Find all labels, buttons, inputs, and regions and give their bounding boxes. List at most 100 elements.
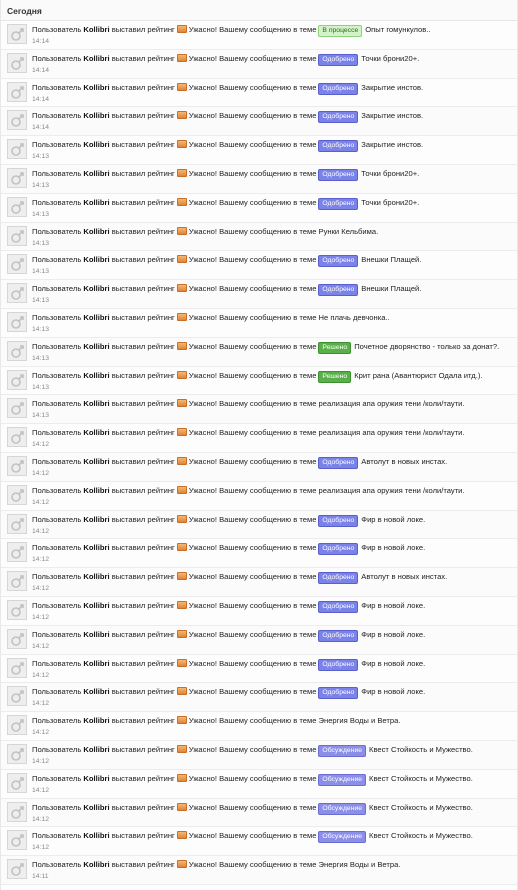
thread-title-link[interactable]: Не плачь девчонка.. bbox=[319, 313, 390, 322]
username-link[interactable]: Kollibri bbox=[83, 774, 109, 783]
thread-title-link[interactable]: Точки брони20+. bbox=[361, 54, 419, 63]
alert-message: Ужасно! Вашему сообщению в теме bbox=[188, 687, 317, 697]
username-link[interactable]: Kollibri bbox=[83, 54, 109, 63]
username-link[interactable]: Kollibri bbox=[83, 543, 109, 552]
thread-title-link[interactable]: Почетное дворянство - только за донат?. bbox=[354, 342, 499, 351]
username-link[interactable]: Kollibri bbox=[83, 515, 109, 524]
avatar[interactable] bbox=[7, 225, 27, 246]
thread-title-link[interactable]: Внешки Плащей. bbox=[361, 284, 421, 293]
thread-title-link[interactable]: Квест Стойкость и Мужество. bbox=[369, 774, 473, 783]
username-link[interactable]: Kollibri bbox=[83, 111, 109, 120]
avatar[interactable] bbox=[7, 398, 27, 419]
username-link[interactable]: Kollibri bbox=[83, 399, 109, 408]
avatar[interactable] bbox=[7, 686, 27, 707]
thread-title-link[interactable]: реализация апа оружия тени /коли/таути. bbox=[319, 428, 465, 437]
thread-title-link[interactable]: Фир в новой локе. bbox=[361, 601, 425, 610]
username-link[interactable]: Kollibri bbox=[83, 457, 109, 466]
list-item: Пользователь Kollibri выставил рейтинг Уж… bbox=[1, 395, 517, 425]
avatar[interactable] bbox=[7, 427, 27, 448]
username-link[interactable]: Kollibri bbox=[83, 803, 109, 812]
avatar[interactable] bbox=[7, 830, 27, 851]
thread-title-link[interactable]: Точки брони20+. bbox=[361, 169, 419, 178]
username-link[interactable]: Kollibri bbox=[83, 83, 109, 92]
thread-title-link[interactable]: Закрытие инстов. bbox=[361, 111, 423, 120]
username-link[interactable]: Kollibri bbox=[83, 227, 109, 236]
avatar[interactable] bbox=[7, 340, 27, 361]
avatar[interactable] bbox=[7, 167, 27, 188]
username-link[interactable]: Kollibri bbox=[83, 25, 109, 34]
avatar[interactable] bbox=[7, 657, 27, 678]
thread-title-link[interactable]: Квест Стойкость и Мужество. bbox=[369, 745, 473, 754]
rating-icon bbox=[176, 456, 187, 465]
username-link[interactable]: Kollibri bbox=[83, 572, 109, 581]
thread-title-link[interactable]: реализация апа оружия тени /коли/таути. bbox=[319, 486, 465, 495]
username-link[interactable]: Kollibri bbox=[83, 630, 109, 639]
alert-action: выставил рейтинг bbox=[111, 543, 175, 553]
thread-title-link[interactable]: Крит рана (Авантюрист Одала итд.). bbox=[354, 371, 482, 380]
thread-title-link[interactable]: Автолут в новых инстах. bbox=[361, 457, 447, 466]
avatar[interactable] bbox=[7, 283, 27, 304]
avatar[interactable] bbox=[7, 455, 27, 476]
username-link[interactable]: Kollibri bbox=[83, 745, 109, 754]
thread-title-link[interactable]: Автолут в новых инстах. bbox=[361, 572, 447, 581]
username-link[interactable]: Kollibri bbox=[83, 371, 109, 380]
thread-title-link[interactable]: Закрытие инстов. bbox=[361, 140, 423, 149]
thread-title-link[interactable]: реализация апа оружия тени /коли/таути. bbox=[319, 399, 465, 408]
alert-prefix: Пользователь bbox=[32, 428, 82, 438]
avatar[interactable] bbox=[7, 542, 27, 563]
username-link[interactable]: Kollibri bbox=[83, 342, 109, 351]
avatar[interactable] bbox=[7, 628, 27, 649]
username-link[interactable]: Kollibri bbox=[83, 313, 109, 322]
username-link[interactable]: Kollibri bbox=[83, 687, 109, 696]
username-link[interactable]: Kollibri bbox=[83, 255, 109, 264]
alert-prefix: Пользователь bbox=[32, 802, 82, 812]
avatar[interactable] bbox=[7, 196, 27, 217]
avatar[interactable] bbox=[7, 110, 27, 131]
thread-title-link[interactable]: Квест Стойкость и Мужество. bbox=[369, 803, 473, 812]
thread-title-link[interactable]: Энергия Воды и Ветра. bbox=[319, 860, 401, 869]
username-link[interactable]: Kollibri bbox=[83, 140, 109, 149]
male-avatar-icon bbox=[8, 773, 26, 792]
avatar[interactable] bbox=[7, 24, 27, 44]
alert-message: Ужасно! Вашему сообщению в теме bbox=[188, 168, 317, 178]
avatar[interactable] bbox=[7, 52, 27, 73]
avatar[interactable] bbox=[7, 311, 27, 332]
thread-title-link[interactable]: Фир в новой локе. bbox=[361, 515, 425, 524]
rating-icon bbox=[176, 284, 187, 293]
avatar[interactable] bbox=[7, 772, 27, 793]
username-link[interactable]: Kollibri bbox=[83, 716, 109, 725]
thread-title-link[interactable]: Квест Стойкость и Мужество. bbox=[369, 831, 473, 840]
thread-title-link[interactable]: Рунки Кельбима. bbox=[319, 227, 379, 236]
avatar[interactable] bbox=[7, 743, 27, 764]
avatar[interactable] bbox=[7, 801, 27, 822]
username-link[interactable]: Kollibri bbox=[83, 169, 109, 178]
username-link[interactable]: Kollibri bbox=[83, 428, 109, 437]
thread-title-link[interactable]: Фир в новой локе. bbox=[361, 659, 425, 668]
avatar[interactable] bbox=[7, 715, 27, 736]
list-item: Пользователь Kollibri выставил рейтинг Уж… bbox=[1, 366, 517, 396]
username-link[interactable]: Kollibri bbox=[83, 860, 109, 869]
username-link[interactable]: Kollibri bbox=[83, 659, 109, 668]
username-link[interactable]: Kollibri bbox=[83, 486, 109, 495]
thread-title-link[interactable]: Фир в новой локе. bbox=[361, 630, 425, 639]
username-link[interactable]: Kollibri bbox=[83, 831, 109, 840]
thread-title-link[interactable]: Внешки Плащей. bbox=[361, 255, 421, 264]
username-link[interactable]: Kollibri bbox=[83, 284, 109, 293]
avatar[interactable] bbox=[7, 571, 27, 592]
avatar[interactable] bbox=[7, 369, 27, 390]
username-link[interactable]: Kollibri bbox=[83, 601, 109, 610]
avatar[interactable] bbox=[7, 859, 27, 880]
avatar[interactable] bbox=[7, 254, 27, 275]
avatar[interactable] bbox=[7, 81, 27, 102]
thread-title-link[interactable]: Опыт гомункулов.. bbox=[365, 25, 430, 34]
thread-title-link[interactable]: Фир в новой локе. bbox=[361, 543, 425, 552]
avatar[interactable] bbox=[7, 513, 27, 534]
avatar[interactable] bbox=[7, 484, 27, 505]
thread-title-link[interactable]: Энергия Воды и Ветра. bbox=[319, 716, 401, 725]
thread-title-link[interactable]: Фир в новой локе. bbox=[361, 687, 425, 696]
thread-title-link[interactable]: Точки брони20+. bbox=[361, 198, 419, 207]
thread-title-link[interactable]: Закрытие инстов. bbox=[361, 83, 423, 92]
avatar[interactable] bbox=[7, 139, 27, 160]
username-link[interactable]: Kollibri bbox=[83, 198, 109, 207]
avatar[interactable] bbox=[7, 599, 27, 620]
